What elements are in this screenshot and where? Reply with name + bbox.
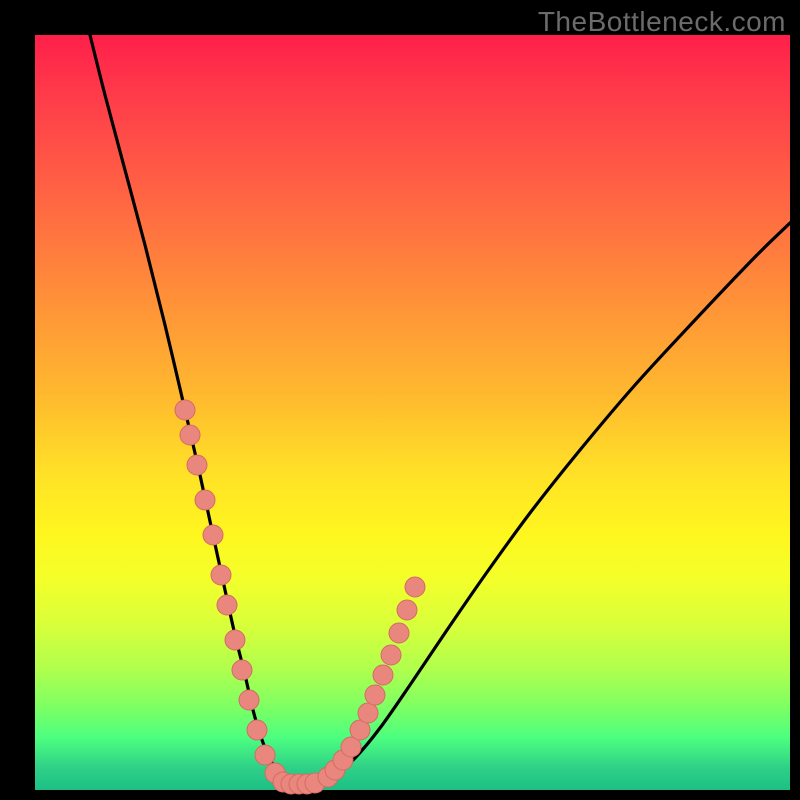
curve-dot: [397, 600, 417, 620]
curve-dots: [175, 400, 425, 794]
curve-dot: [203, 525, 223, 545]
curve-dot: [373, 665, 393, 685]
watermark-text: TheBottleneck.com: [538, 6, 786, 38]
curve-dot: [389, 623, 409, 643]
chart-frame: TheBottleneck.com: [0, 0, 800, 800]
curve-dot: [358, 703, 378, 723]
bottleneck-curve-svg: [35, 35, 790, 790]
curve-dot: [232, 660, 252, 680]
curve-dot: [195, 490, 215, 510]
curve-dot: [225, 630, 245, 650]
curve-dot: [239, 690, 259, 710]
curve-dot: [405, 577, 425, 597]
curve-dot: [211, 565, 231, 585]
heatmap-background: [35, 35, 790, 790]
curve-dot: [180, 425, 200, 445]
curve-dot: [175, 400, 195, 420]
curve-dot: [365, 685, 385, 705]
curve-dot: [217, 595, 237, 615]
curve-dot: [187, 455, 207, 475]
curve-dot: [247, 720, 267, 740]
curve-dot: [255, 745, 275, 765]
curve-dot: [381, 645, 401, 665]
